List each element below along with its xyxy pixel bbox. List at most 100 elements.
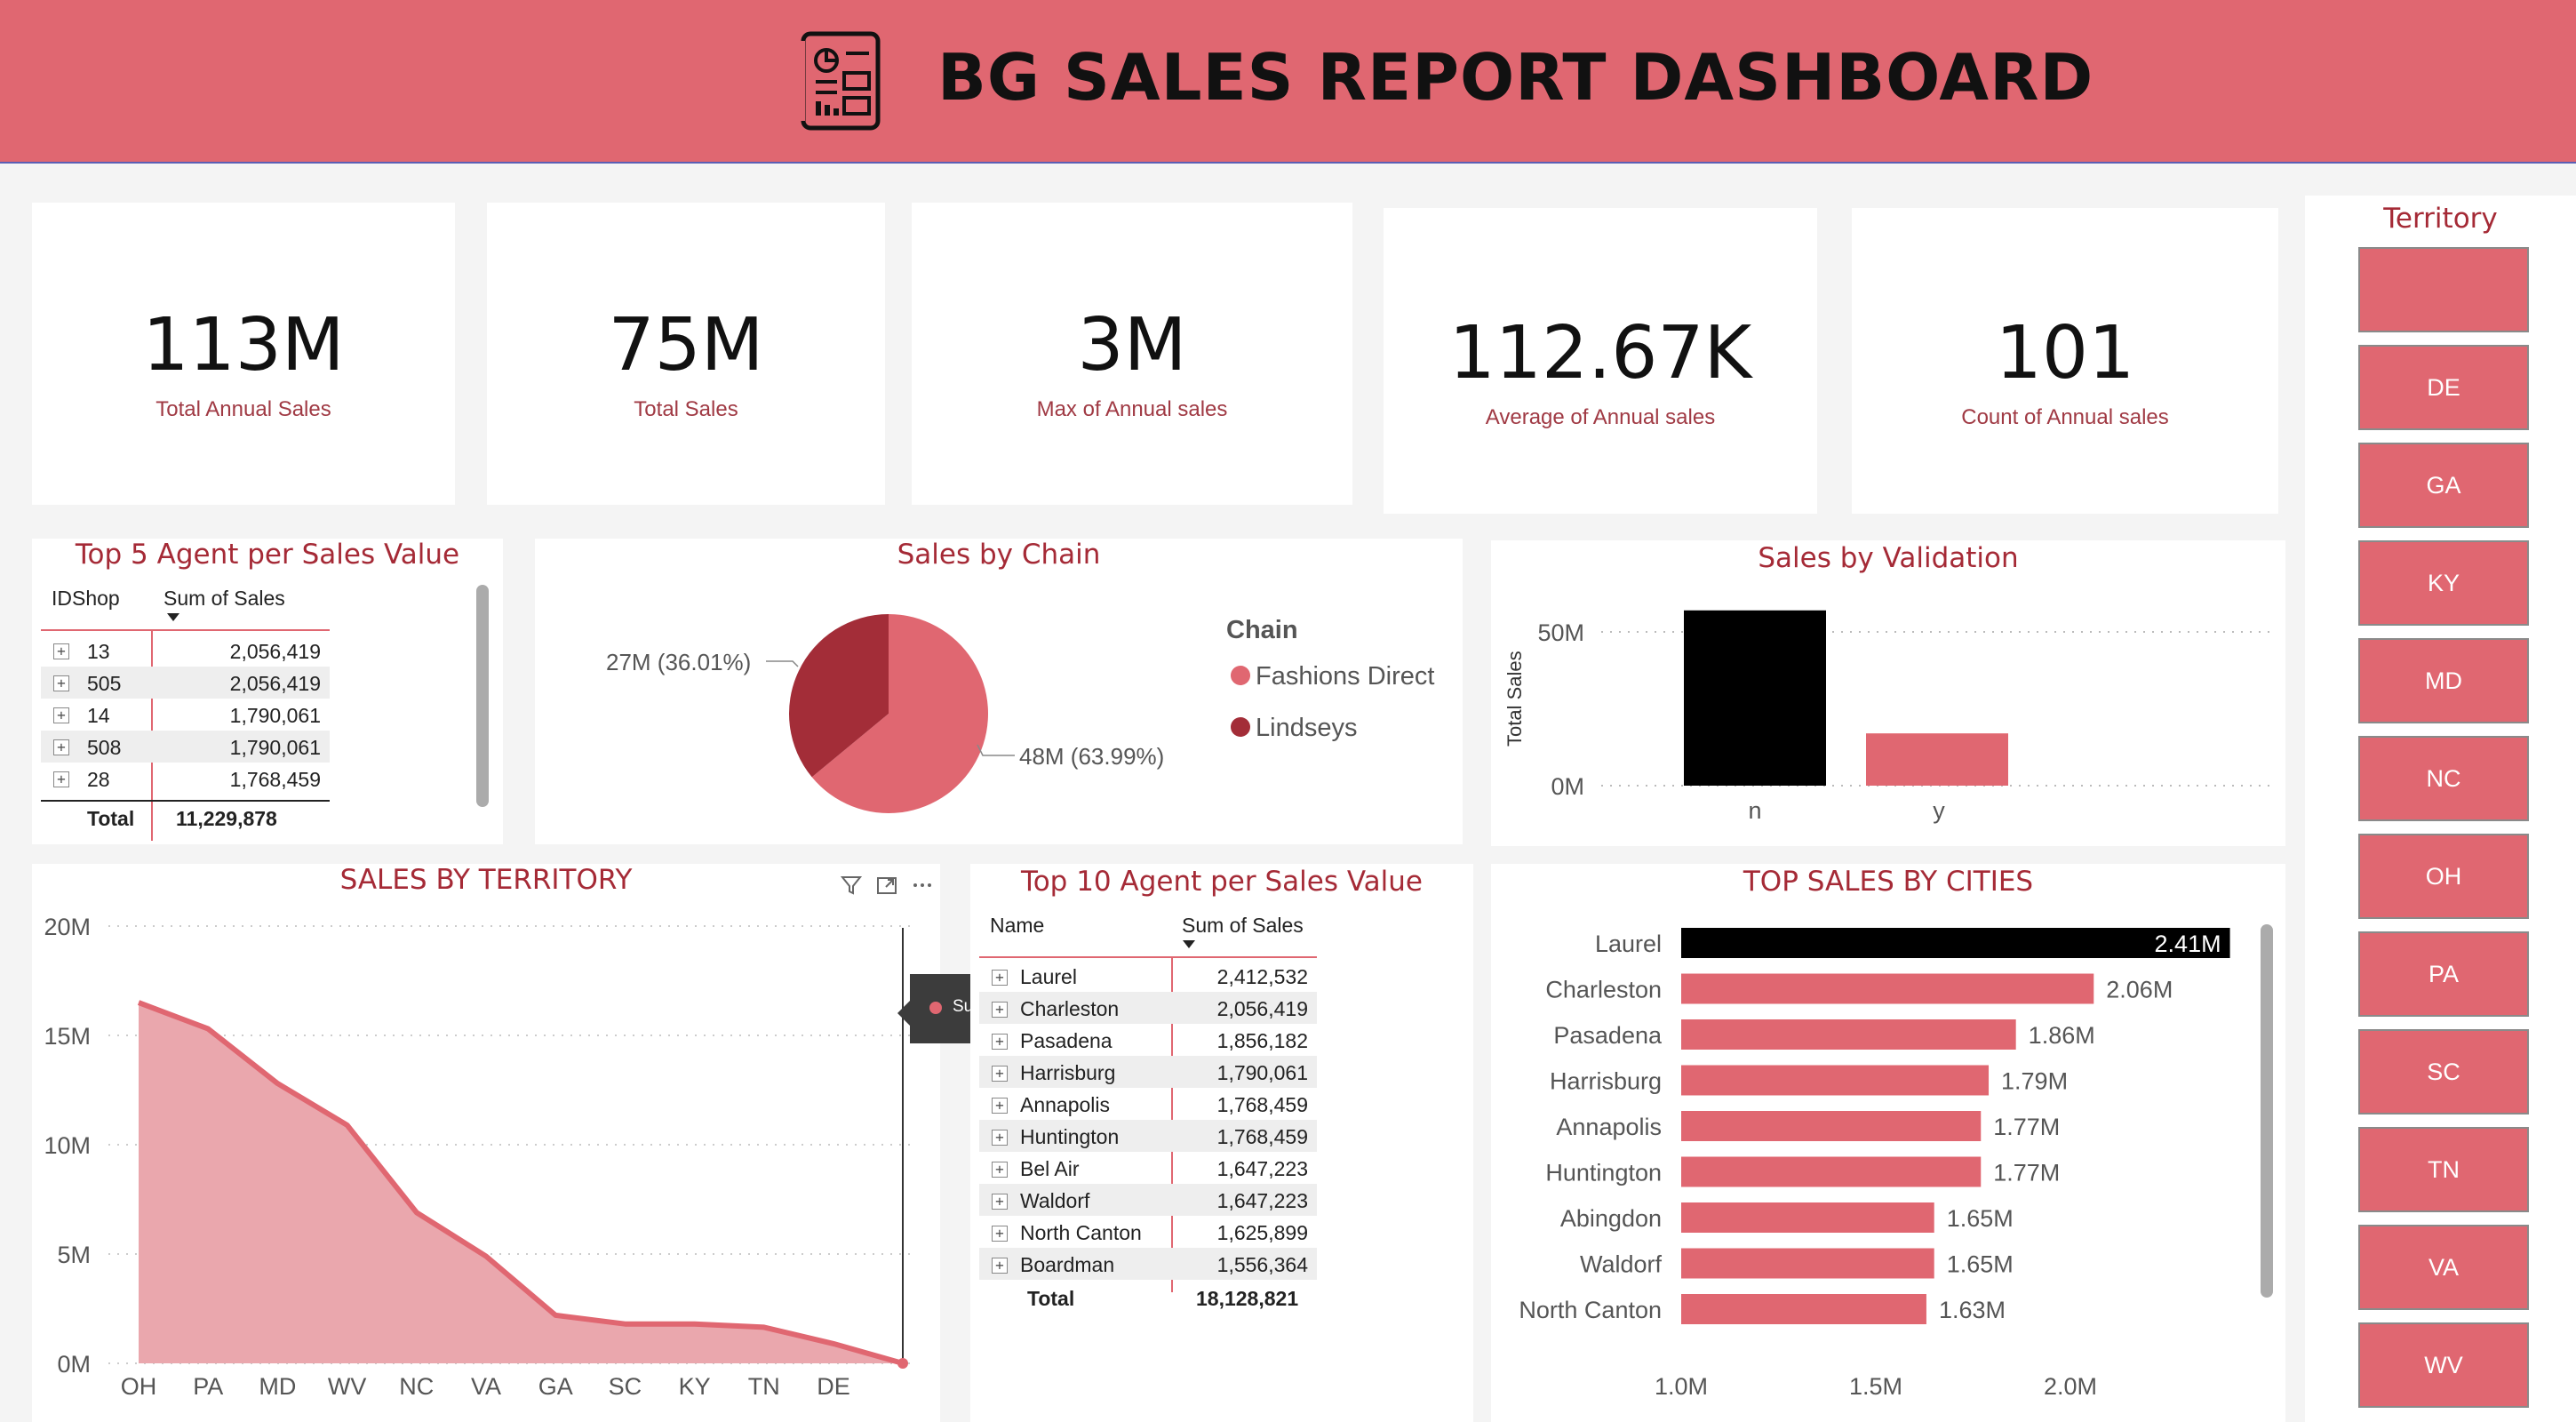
table-row[interactable]: + 14 1,790,061 [41, 699, 330, 731]
table-row[interactable]: + Pasadena 1,856,182 [979, 1024, 1317, 1056]
slicer-item-pa[interactable]: PA [2358, 931, 2529, 1017]
city-bar[interactable] [1681, 1202, 1934, 1233]
page-title: BG SALES REPORT DASHBOARD [937, 40, 2094, 115]
column-header-sum-of-sales[interactable]: Sum of Sales [163, 587, 285, 611]
expand-icon[interactable]: + [53, 739, 69, 755]
expand-icon[interactable]: + [53, 771, 69, 787]
bar-y[interactable] [1866, 733, 2008, 786]
city-bar[interactable] [1681, 1065, 1990, 1096]
sales-by-chain-visual[interactable]: Sales by Chain 27M (36.01%) 48M (63.99%)… [535, 539, 1463, 844]
scrollbar[interactable] [2261, 924, 2273, 1298]
pie-chart[interactable]: 27M (36.01%) 48M (63.99%) Chain Fashions… [535, 539, 1463, 844]
bar-n[interactable] [1684, 610, 1826, 786]
sort-desc-icon[interactable] [1183, 940, 1195, 948]
row-id: 14 [87, 704, 110, 727]
kpi-card-max-annual-sales[interactable]: 3M Max of Annual sales [912, 203, 1352, 505]
city-bar[interactable] [1681, 1111, 1982, 1141]
column-header-sum-of-sales[interactable]: Sum of Sales [1182, 914, 1304, 938]
kpi-card-count-annual-sales[interactable]: 101 Count of Annual sales [1852, 208, 2278, 514]
expand-icon[interactable]: + [53, 675, 69, 691]
expand-icon[interactable]: + [992, 1034, 1008, 1050]
city-bar[interactable] [1681, 1156, 1982, 1187]
slicer-item-md[interactable]: MD [2358, 638, 2529, 723]
bar-value-label: 1.65M [1947, 1205, 2014, 1232]
legend-item-lindseys[interactable]: Lindseys [1256, 714, 1357, 742]
slicer-item-nc[interactable]: NC [2358, 736, 2529, 821]
total-label: Total [1027, 1287, 1075, 1310]
visual-title: Top 10 Agent per Sales Value [1021, 866, 1423, 898]
cities-bar-chart[interactable]: Laurel 2.41M Charleston 2.06M Pasadena 1.86M H… [1491, 864, 2285, 1422]
expand-icon[interactable]: + [992, 1066, 1008, 1082]
expand-icon[interactable]: + [992, 1130, 1008, 1146]
table-row[interactable]: + Boardman 1,556,364 [979, 1248, 1317, 1280]
table-row[interactable]: + Waldorf 1,647,223 [979, 1184, 1317, 1216]
table-row[interactable]: + Charleston 2,056,419 [979, 992, 1317, 1024]
slicer-item-de[interactable]: DE [2358, 345, 2529, 430]
row-name: Waldorf [1020, 1189, 1090, 1212]
city-label: North Canton [1519, 1297, 1662, 1323]
territory-area-chart[interactable]: 20M 15M 10M 5M 0M OH PA MD WV NC VA GA SC KY TN DE [32, 864, 940, 1422]
table-row[interactable]: + Annapolis 1,768,459 [979, 1088, 1317, 1120]
expand-icon[interactable]: + [992, 1162, 1008, 1178]
slicer-title: Territory [2383, 203, 2498, 235]
y-tick-label: 50M [1537, 619, 1584, 646]
row-name: Huntington [1020, 1125, 1120, 1148]
kpi-card-total-sales[interactable]: 75M Total Sales [487, 203, 885, 505]
city-bar[interactable] [1681, 973, 2094, 1004]
slicer-item-va[interactable]: VA [2358, 1225, 2529, 1310]
sales-by-territory-visual[interactable]: SALES BY TERRITORY 20M 15M 10M 5M 0M OH P… [32, 864, 940, 1422]
legend-item-fashions-direct[interactable]: Fashions Direct [1256, 662, 1434, 691]
table-row[interactable]: + Huntington 1,768,459 [979, 1120, 1317, 1152]
kpi-card-total-annual-sales[interactable]: 113M Total Annual Sales [32, 203, 455, 505]
scrollbar[interactable] [476, 585, 489, 807]
table-row[interactable]: + Laurel 2,412,532 [979, 960, 1317, 992]
table-row[interactable]: + 28 1,768,459 [41, 763, 330, 795]
row-sales: 2,056,419 [229, 672, 321, 695]
hover-point[interactable] [897, 1358, 908, 1369]
city-bar[interactable] [1681, 928, 2230, 958]
expand-icon[interactable]: + [992, 1002, 1008, 1018]
kpi-label: Average of Annual sales [1485, 405, 1716, 429]
city-bar[interactable] [1681, 1248, 1934, 1279]
table-row[interactable]: + 13 2,056,419 [41, 635, 330, 667]
table-row[interactable]: + 505 2,056,419 [41, 667, 330, 699]
column-header-idshop[interactable]: IDShop [52, 587, 120, 611]
city-bar[interactable] [1681, 1019, 2016, 1050]
column-header-name[interactable]: Name [990, 914, 1044, 938]
slicer-item-ga[interactable]: GA [2358, 443, 2529, 528]
expand-icon[interactable]: + [992, 1098, 1008, 1114]
slicer-item-wv[interactable]: WV [2358, 1322, 2529, 1408]
expand-icon[interactable]: + [53, 643, 69, 659]
validation-bar-chart[interactable]: 50M 0M Total Sales n y [1491, 540, 2285, 846]
table-row[interactable]: + 508 1,790,061 [41, 731, 330, 763]
slicer-item-ky[interactable]: KY [2358, 540, 2529, 626]
row-sales: 1,768,459 [1216, 1093, 1308, 1116]
sales-by-validation-visual[interactable]: Sales by Validation 50M 0M Total Sales n… [1491, 540, 2285, 846]
legend-swatch-fashions-direct [1231, 666, 1250, 685]
expand-icon[interactable]: + [992, 1258, 1008, 1274]
table-row[interactable]: + North Canton 1,625,899 [979, 1216, 1317, 1248]
kpi-value: 112.67K [1448, 311, 1752, 395]
sort-desc-icon[interactable] [167, 613, 179, 621]
top-sales-by-cities-visual[interactable]: TOP SALES BY CITIES Laurel 2.41M Charlesto… [1491, 864, 2285, 1422]
x-tick-label: TN [748, 1373, 780, 1400]
slicer-item-blank[interactable] [2358, 247, 2529, 332]
table-row[interactable]: + Harrisburg 1,790,061 [979, 1056, 1317, 1088]
expand-icon[interactable]: + [992, 970, 1008, 986]
expand-icon[interactable]: + [992, 1194, 1008, 1210]
top5-agent-visual[interactable]: Top 5 Agent per Sales Value IDShop Sum o… [32, 539, 503, 844]
expand-icon[interactable]: + [53, 707, 69, 723]
kpi-card-average-annual-sales[interactable]: 112.67K Average of Annual sales [1384, 208, 1817, 514]
table-row[interactable]: + Bel Air 1,647,223 [979, 1152, 1317, 1184]
top10-agent-visual[interactable]: Top 10 Agent per Sales Value Name Sum of… [970, 864, 1473, 1422]
x-tick-label: DE [817, 1373, 850, 1400]
city-bar[interactable] [1681, 1294, 1926, 1324]
expand-icon[interactable]: + [992, 1226, 1008, 1242]
row-sales: 1,556,364 [1216, 1253, 1308, 1276]
slicer-item-tn[interactable]: TN [2358, 1127, 2529, 1212]
slicer-item-oh[interactable]: OH [2358, 834, 2529, 919]
row-name: Annapolis [1020, 1093, 1111, 1116]
kpi-value: 3M [1077, 303, 1187, 387]
y-tick-label: 0M [1551, 773, 1584, 800]
slicer-item-sc[interactable]: SC [2358, 1029, 2529, 1114]
